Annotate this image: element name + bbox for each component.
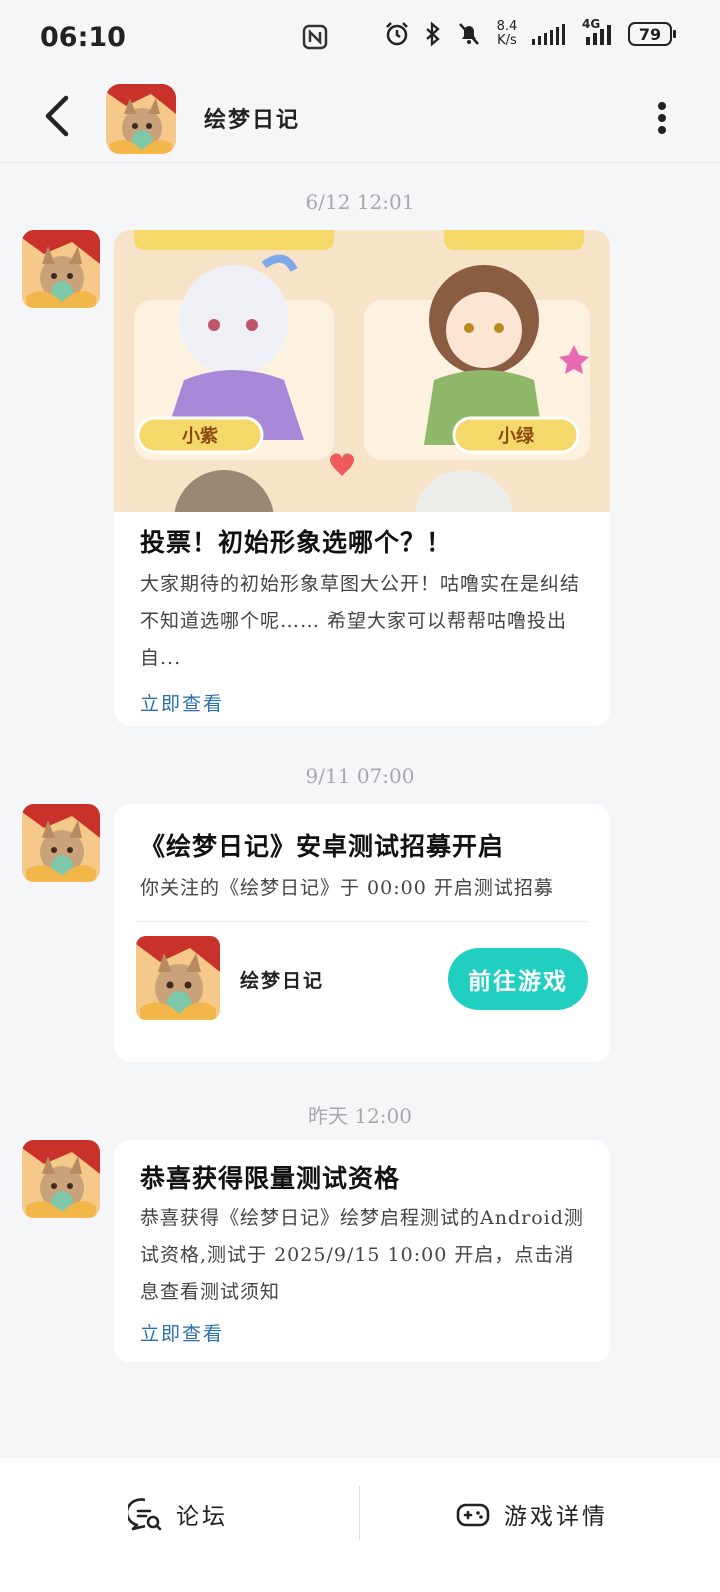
message-title: 《绘梦日记》安卓测试招募开启 bbox=[140, 832, 505, 861]
message-timestamp: 昨天 12:00 bbox=[308, 1104, 412, 1128]
app-header: 绘梦日记 bbox=[0, 76, 720, 163]
page-title: 绘梦日记 bbox=[204, 107, 301, 133]
view-now-link[interactable]: 立即查看 bbox=[140, 689, 584, 716]
signal-4g: 4G bbox=[582, 17, 618, 47]
more-options-icon[interactable] bbox=[652, 98, 672, 138]
bluetooth-icon bbox=[426, 21, 440, 47]
game-details-label: 游戏详情 bbox=[504, 1504, 608, 1530]
network-speed-unit: K/s bbox=[497, 33, 517, 48]
sender-avatar-art bbox=[22, 230, 100, 308]
character-vote-image: 小紫 小绿 bbox=[114, 230, 610, 512]
view-now-link[interactable]: 立即查看 bbox=[140, 1319, 584, 1346]
message-timestamp: 6/12 12:01 bbox=[305, 190, 415, 214]
forum-tab[interactable]: 论坛 bbox=[128, 1494, 228, 1534]
network-speed-value: 8.4 bbox=[496, 19, 518, 34]
sender-avatar[interactable] bbox=[22, 230, 100, 308]
status-icons: 8.4 K/s 4G 79 bbox=[384, 17, 676, 48]
mute-bell-icon bbox=[459, 23, 479, 45]
battery-indicator: 79 bbox=[628, 22, 676, 46]
message-timestamp: 9/11 07:00 bbox=[305, 764, 415, 788]
sender-avatar[interactable] bbox=[22, 804, 100, 882]
back-arrow-icon[interactable] bbox=[36, 94, 80, 138]
bottom-nav: 论坛 游戏详情 bbox=[0, 1458, 720, 1592]
message-card[interactable]: 恭喜获得限量测试资格 恭喜获得《绘梦日记》绘梦启程测试的Android测试资格,… bbox=[114, 1140, 610, 1362]
message-card[interactable]: 《绘梦日记》安卓测试招募开启 你关注的《绘梦日记》于 00:00 开启测试招募 … bbox=[114, 804, 610, 1062]
image-label-green: 小绿 bbox=[498, 425, 535, 447]
signal-icon bbox=[532, 24, 565, 45]
game-details-tab[interactable]: 游戏详情 bbox=[456, 1494, 608, 1534]
gamepad-icon bbox=[456, 1503, 490, 1527]
message-body: 恭喜获得《绘梦日记》绘梦启程测试的Android测试资格,测试于 2025/9/… bbox=[140, 1207, 584, 1303]
game-entry: 绘梦日记 前往游戏 bbox=[114, 922, 610, 1042]
game-icon[interactable] bbox=[136, 936, 220, 1020]
game-icon-art bbox=[136, 936, 220, 1020]
message-body: 你关注的《绘梦日记》于 00:00 开启测试招募 bbox=[140, 877, 554, 899]
alarm-icon bbox=[386, 22, 408, 46]
image-label-purple: 小紫 bbox=[182, 425, 218, 447]
message-body: 大家期待的初始形象草图大公开！咕噜实在是纠结不知道选哪个呢…… 希望大家可以帮帮… bbox=[140, 573, 581, 669]
status-time: 06:10 bbox=[40, 22, 126, 53]
status-bar: 06:10 8.4 K/s 4G 79 bbox=[0, 0, 720, 76]
sender-avatar[interactable] bbox=[22, 1140, 100, 1218]
message-title: 恭喜获得限量测试资格 bbox=[140, 1164, 401, 1193]
sender-avatar-art bbox=[22, 1140, 100, 1218]
network-speed: 8.4 K/s bbox=[492, 20, 522, 48]
forum-label: 论坛 bbox=[176, 1504, 228, 1530]
go-to-game-button[interactable]: 前往游戏 bbox=[448, 948, 588, 1010]
game-avatar[interactable] bbox=[106, 84, 176, 154]
message-card[interactable]: 小紫 小绿 投票！初始形象选哪个？！ 大家期待的初始形象草图大公开！咕噜实在是纠… bbox=[114, 230, 610, 726]
game-avatar-art bbox=[106, 84, 176, 154]
nav-divider bbox=[359, 1486, 360, 1540]
signal-4g-icon bbox=[586, 25, 611, 45]
sender-avatar-art bbox=[22, 804, 100, 882]
game-name: 绘梦日记 bbox=[240, 970, 325, 992]
message-title: 投票！初始形象选哪个？！ bbox=[140, 528, 453, 557]
nfc-icon bbox=[302, 24, 328, 50]
forum-chat-icon bbox=[128, 1498, 162, 1531]
